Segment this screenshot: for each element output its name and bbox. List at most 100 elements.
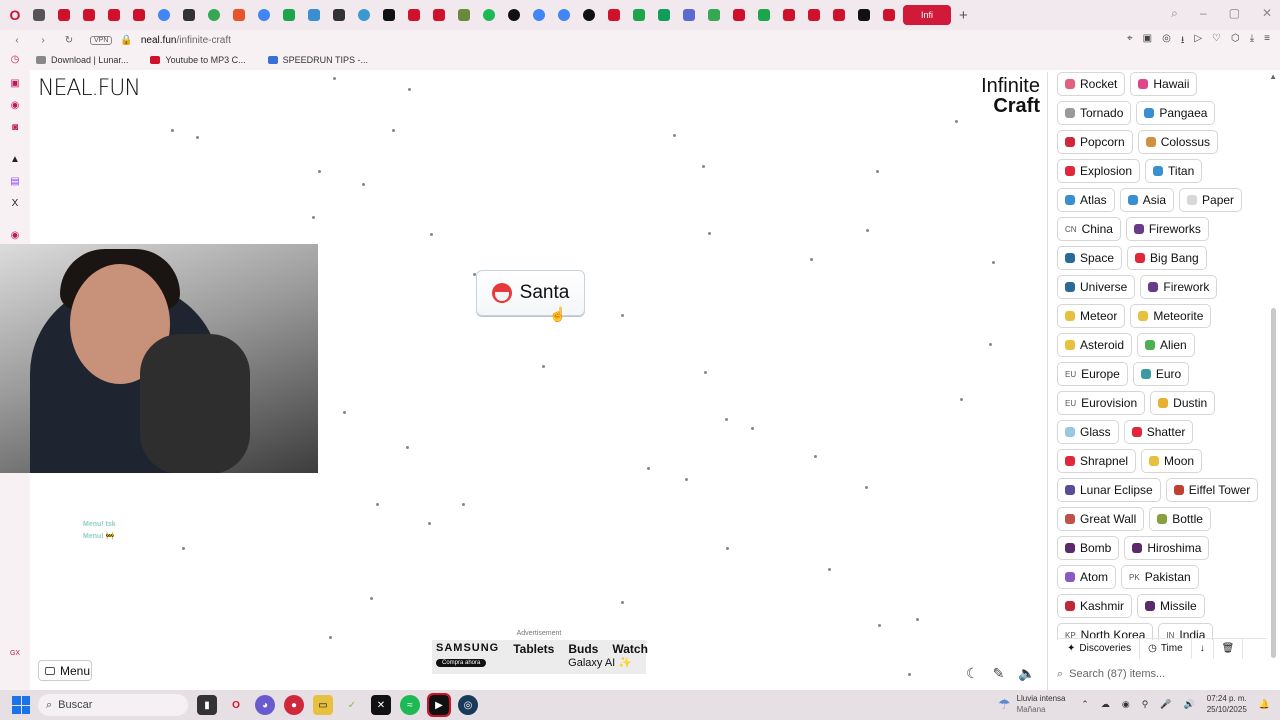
ad-cta-button[interactable]: Compra ahora [436, 658, 487, 667]
taskbar-search[interactable]: ⌕ Buscar [38, 694, 188, 716]
gx-icon[interactable]: GX [9, 650, 21, 662]
sidebar-item[interactable]: Asteroid [1057, 333, 1133, 357]
sidebar-item[interactable]: Shrapnel [1057, 449, 1137, 473]
play-icon[interactable]: ▷ [1194, 33, 1202, 50]
clock[interactable]: 07:24 p. m. 25/10/2025 [1207, 693, 1247, 715]
notifications-icon[interactable]: 🔔 [1259, 699, 1270, 710]
sidebar-item[interactable]: Space [1057, 246, 1123, 270]
app-tray-icon[interactable]: ◉ [1122, 699, 1130, 710]
maximize-icon[interactable]: ▢ [1229, 6, 1240, 21]
sound-icon[interactable]: 🔈 [1018, 665, 1035, 682]
pin-icon[interactable]: ⌖ [1127, 33, 1133, 50]
sidebar-item[interactable]: Hawaii [1130, 72, 1198, 96]
tab-discoveries[interactable]: ✦ Discoveries [1057, 638, 1141, 659]
browser-tab[interactable] [728, 5, 749, 25]
app-icon[interactable]: ✓ [342, 695, 362, 715]
browser-tab[interactable] [53, 5, 74, 25]
ad-link[interactable]: Tablets [513, 642, 554, 656]
video-editor-icon[interactable]: ▶ [427, 693, 451, 717]
browser-tab[interactable] [528, 5, 549, 25]
browser-tab[interactable] [28, 5, 49, 25]
browser-tab[interactable] [253, 5, 274, 25]
sidebar-item[interactable]: Moon [1141, 449, 1203, 473]
sidebar-item[interactable]: PK Pakistan [1121, 565, 1199, 589]
task-view-icon[interactable]: ▮ [197, 695, 217, 715]
steam-icon[interactable]: ◎ [458, 695, 478, 715]
instagram-icon[interactable]: ◙ [9, 122, 21, 134]
snapshot-icon[interactable]: ▣ [1143, 33, 1152, 50]
sidebar-item[interactable]: Popcorn [1057, 130, 1133, 154]
sidebar-item[interactable]: Bottle [1149, 507, 1211, 531]
browser-tab[interactable] [653, 5, 674, 25]
player-icon[interactable]: ◉ [9, 230, 21, 242]
menu-icon[interactable]: ≡ [1264, 33, 1270, 50]
browser-tab[interactable] [778, 5, 799, 25]
minimize-icon[interactable]: – [1200, 6, 1207, 21]
volume-icon[interactable]: 🔊 [1184, 699, 1195, 710]
browser-tab[interactable] [403, 5, 424, 25]
brush-icon[interactable]: ✎ [993, 665, 1005, 682]
sidebar-item[interactable]: CN China [1057, 217, 1121, 241]
browser-tab[interactable] [628, 5, 649, 25]
browser-tab[interactable] [378, 5, 399, 25]
bookmark-item[interactable]: SPEEDRUN TIPS -... [267, 55, 368, 65]
browser-tab[interactable] [503, 5, 524, 25]
microphone-icon[interactable]: 🎤 [1160, 699, 1171, 710]
aria-icon[interactable]: ▲ [9, 154, 21, 166]
advertisement[interactable]: Advertisement SAMSUNG Tablets Buds Watch… [432, 630, 648, 676]
reload-icon[interactable]: ↻ [60, 35, 78, 46]
search-box[interactable]: ⌕ Search (87) items... [1057, 662, 1267, 686]
sidebar-item[interactable]: Great Wall [1057, 507, 1145, 531]
sidebar-item[interactable]: Tornado [1057, 101, 1132, 125]
weather-widget[interactable]: ☂ Lluvia intensa Mañana [998, 693, 1065, 715]
new-tab-button[interactable]: + [959, 7, 968, 24]
ad-link[interactable]: Buds [568, 642, 598, 656]
sidebar-item[interactable]: EU Eurovision [1057, 391, 1146, 415]
network-icon[interactable]: ⚲ [1142, 699, 1149, 710]
capcut-icon[interactable]: ✕ [371, 695, 391, 715]
sidebar-item[interactable]: Alien [1137, 333, 1195, 357]
delete-button[interactable]: 🗑 [1214, 638, 1244, 659]
browser-tab[interactable] [303, 5, 324, 25]
browser-tab[interactable] [153, 5, 174, 25]
search-tabs-icon[interactable]: ⌕ [1171, 6, 1178, 21]
close-icon[interactable]: ✕ [1262, 6, 1272, 21]
browser-tab[interactable] [428, 5, 449, 25]
browser-tab[interactable] [578, 5, 599, 25]
browser-tab[interactable] [453, 5, 474, 25]
forward-icon[interactable]: › [34, 35, 52, 46]
scroll-up-icon[interactable]: ▲ [1269, 72, 1277, 81]
opera-logo-icon[interactable]: O [4, 4, 26, 26]
browser-tab[interactable] [328, 5, 349, 25]
bag-icon[interactable]: ▣ [9, 78, 21, 90]
sidebar-item[interactable]: Eiffel Tower [1165, 478, 1259, 502]
history-icon[interactable]: ◷ [9, 54, 21, 66]
ad-box[interactable]: SAMSUNG Tablets Buds Watch Compra ahora … [432, 640, 648, 674]
canvas-element-santa[interactable]: Santa [476, 270, 585, 316]
sidebar-item[interactable]: Explosion [1057, 159, 1141, 183]
bookmark-item[interactable]: Download | Lunar... [36, 55, 128, 65]
tab-time[interactable]: ◷ Time [1140, 638, 1192, 659]
browser-tab[interactable] [178, 5, 199, 25]
sort-button[interactable]: ↓ [1192, 638, 1214, 659]
twitch-icon[interactable]: ▤ [9, 176, 21, 188]
sidebar-item[interactable]: Bomb [1057, 536, 1120, 560]
browser-tab[interactable] [553, 5, 574, 25]
url-field[interactable]: neal.fun/infinite-craft [141, 35, 231, 46]
browser-tab[interactable] [478, 5, 499, 25]
sidebar-item[interactable]: Paper [1179, 188, 1243, 212]
sidebar-item[interactable]: Fireworks [1125, 217, 1209, 241]
file-explorer-icon[interactable]: ▭ [313, 695, 333, 715]
download-icon[interactable]: ⭳ [1181, 33, 1185, 50]
browser-tab[interactable] [203, 5, 224, 25]
sidebar-item[interactable]: Kashmir [1057, 594, 1133, 618]
shield-icon[interactable]: ◎ [1162, 33, 1171, 50]
windows-start-icon[interactable] [12, 696, 30, 714]
menu-button[interactable]: Menu [38, 660, 92, 681]
sidebar-item[interactable]: Firework [1140, 275, 1218, 299]
browser-tab[interactable] [703, 5, 724, 25]
sidebar-item[interactable]: Big Bang [1127, 246, 1207, 270]
dark-mode-icon[interactable]: ☾ [966, 665, 979, 682]
browser-tab[interactable] [853, 5, 874, 25]
extensions-icon[interactable]: ⬡ [1231, 33, 1240, 50]
